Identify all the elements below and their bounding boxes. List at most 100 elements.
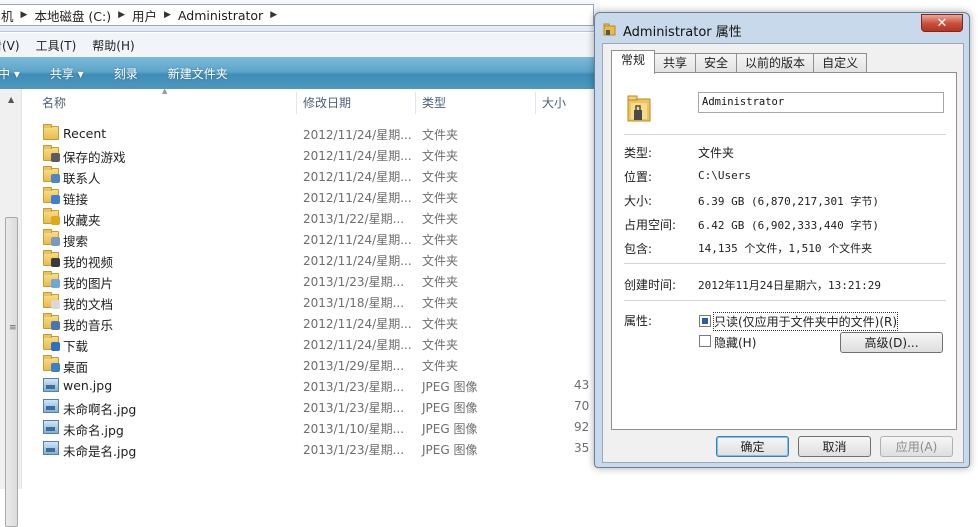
file-row[interactable]: 下载 2012/11/24/星期... 文件夹 <box>40 333 600 354</box>
location-value: C:\Users <box>698 169 751 182</box>
music-folder-icon <box>43 313 60 330</box>
tab-security[interactable]: 安全 <box>695 53 738 73</box>
readonly-checkbox[interactable] <box>699 315 711 327</box>
size-value: 6.39 GB (6,870,217,301 字节) <box>698 195 879 208</box>
icon-overlay <box>51 300 60 309</box>
breadcrumb-local-disk[interactable]: 本地磁盘 (C:) <box>34 6 111 25</box>
chevron-right-icon[interactable]: ▶ <box>118 10 125 20</box>
tab-customize[interactable]: 自定义 <box>813 53 868 73</box>
close-button[interactable]: ✕ <box>921 14 963 32</box>
file-date: 2013/1/18/星期... <box>303 296 405 310</box>
ok-button[interactable]: 确定 <box>716 436 789 457</box>
file-row[interactable]: 联系人 2012/11/24/星期... 文件夹 <box>40 165 600 186</box>
file-date: 2012/11/24/星期... <box>303 317 412 331</box>
icon-overlay <box>51 258 60 267</box>
file-row[interactable]: 收藏夹 2013/1/22/星期... 文件夹 <box>40 207 600 228</box>
sort-ascending-icon: ▲ <box>162 87 168 95</box>
column-header-size[interactable]: 大小 <box>542 94 566 112</box>
apply-button[interactable]: 应用(A) <box>880 436 953 457</box>
column-divider[interactable] <box>296 92 297 114</box>
column-divider[interactable] <box>415 92 416 114</box>
scroll-up-arrow-icon[interactable]: ▲ <box>8 95 14 104</box>
file-row[interactable]: 未命啊名.jpg 2013/1/23/星期... JPEG 图像 70 <box>40 396 600 417</box>
tab-general[interactable]: 常规 <box>611 50 656 74</box>
contains-label: 包含: <box>624 242 653 256</box>
column-divider[interactable] <box>535 92 536 114</box>
file-row[interactable]: wen.jpg 2013/1/23/星期... JPEG 图像 43 <box>40 375 600 396</box>
breadcrumb-computer[interactable]: 机 <box>1 6 14 25</box>
file-row[interactable]: 我的视频 2012/11/24/星期... 文件夹 <box>40 249 600 270</box>
file-type: 文件夹 <box>422 191 459 205</box>
menu-tools[interactable]: 工具(T) <box>36 37 77 54</box>
type-label: 类型: <box>624 146 653 160</box>
file-name: 我的图片 <box>63 276 114 291</box>
file-name: 未命啊名.jpg <box>63 402 137 417</box>
chevron-right-icon[interactable]: ▶ <box>164 10 171 20</box>
file-row[interactable]: 搜索 2012/11/24/星期... 文件夹 <box>40 228 600 249</box>
share-button[interactable]: 共享 ▾ <box>50 65 84 82</box>
breadcrumb-users[interactable]: 用户 <box>132 6 157 25</box>
folder-name-input[interactable]: Administrator <box>698 92 944 113</box>
chevron-right-icon[interactable]: ▶ <box>270 10 277 20</box>
file-type: 文件夹 <box>422 296 459 310</box>
folder-icon <box>626 93 654 123</box>
file-date: 2012/11/24/星期... <box>303 338 412 352</box>
hidden-checkbox[interactable] <box>699 335 711 347</box>
icon-overlay <box>51 363 60 372</box>
scrollbar-thumb[interactable]: ≡ <box>5 217 18 527</box>
include-in-library-button[interactable]: 中 ▾ <box>0 65 20 82</box>
tab-previous-versions[interactable]: 以前的版本 <box>736 53 815 73</box>
readonly-label[interactable]: 只读(仅应用于文件夹中的文件)(R) <box>712 312 899 331</box>
column-header-name[interactable]: 名称 <box>42 94 66 112</box>
links-folder-icon <box>43 187 60 204</box>
chevron-right-icon[interactable]: ▶ <box>21 10 28 20</box>
file-size: 35 <box>574 441 590 455</box>
file-row[interactable]: 我的音乐 2012/11/24/星期... 文件夹 <box>40 312 600 333</box>
file-date: 2012/11/24/星期... <box>303 128 412 142</box>
breadcrumb-administrator[interactable]: Administrator <box>178 8 263 23</box>
file-name: 我的文档 <box>63 297 114 312</box>
vertical-scrollbar[interactable]: ▲ ≡ <box>0 89 22 527</box>
videos-folder-icon <box>43 250 60 267</box>
file-type: 文件夹 <box>422 128 459 142</box>
file-name: 未命名.jpg <box>63 423 124 438</box>
address-bar[interactable]: 机 ▶ 本地磁盘 (C:) ▶ 用户 ▶ Administrator ▶ <box>0 4 594 26</box>
file-row[interactable]: 未命是名.jpg 2013/1/23/星期... JPEG 图像 35 <box>40 438 600 459</box>
file-name: 收藏夹 <box>63 213 101 228</box>
contacts-folder-icon <box>43 166 60 183</box>
downloads-folder-icon <box>43 334 60 351</box>
size-on-disk-value: 6.42 GB (6,902,333,440 字节) <box>698 219 879 232</box>
tab-sharing[interactable]: 共享 <box>654 53 697 73</box>
file-date: 2013/1/23/星期... <box>303 401 405 415</box>
cancel-button[interactable]: 取消 <box>798 436 871 457</box>
divider <box>624 300 946 301</box>
file-row[interactable]: 我的文档 2013/1/18/星期... 文件夹 <box>40 291 600 312</box>
menu-view[interactable]: 看(V) <box>0 37 20 54</box>
hidden-label[interactable]: 隐藏(H) <box>714 334 756 351</box>
icon-overlay <box>51 321 60 330</box>
file-date: 2012/11/24/星期... <box>303 254 412 268</box>
column-header-date[interactable]: 修改日期 <box>303 94 351 112</box>
file-row[interactable]: Recent 2012/11/24/星期... 文件夹 <box>40 123 600 144</box>
icon-overlay <box>51 153 60 162</box>
advanced-button[interactable]: 高级(D)... <box>840 332 943 353</box>
file-type: 文件夹 <box>422 170 459 184</box>
new-folder-button[interactable]: 新建文件夹 <box>168 65 228 82</box>
divider <box>624 134 946 135</box>
file-row[interactable]: 未命名.jpg 2013/1/10/星期... JPEG 图像 92 <box>40 417 600 438</box>
file-row[interactable]: 我的图片 2013/1/23/星期... 文件夹 <box>40 270 600 291</box>
divider <box>624 263 946 264</box>
menu-help[interactable]: 帮助(H) <box>92 37 134 54</box>
icon-overlay <box>51 216 60 225</box>
burn-button[interactable]: 刻录 <box>114 65 138 82</box>
file-row[interactable]: 桌面 2013/1/29/星期... 文件夹 <box>40 354 600 375</box>
column-header-type[interactable]: 类型 <box>422 94 446 112</box>
general-tab-panel: Administrator 类型: 文件夹 位置: C:\Users 大小: 6… <box>611 72 957 430</box>
image-file-icon <box>43 399 59 413</box>
file-row[interactable]: 链接 2012/11/24/星期... 文件夹 <box>40 186 600 207</box>
file-row[interactable]: 保存的游戏 2012/11/24/星期... 文件夹 <box>40 144 600 165</box>
size-label: 大小: <box>624 194 653 208</box>
contains-value: 14,135 个文件，1,510 个文件夹 <box>698 242 873 255</box>
icon-overlay <box>51 237 60 246</box>
file-type: 文件夹 <box>422 275 459 289</box>
